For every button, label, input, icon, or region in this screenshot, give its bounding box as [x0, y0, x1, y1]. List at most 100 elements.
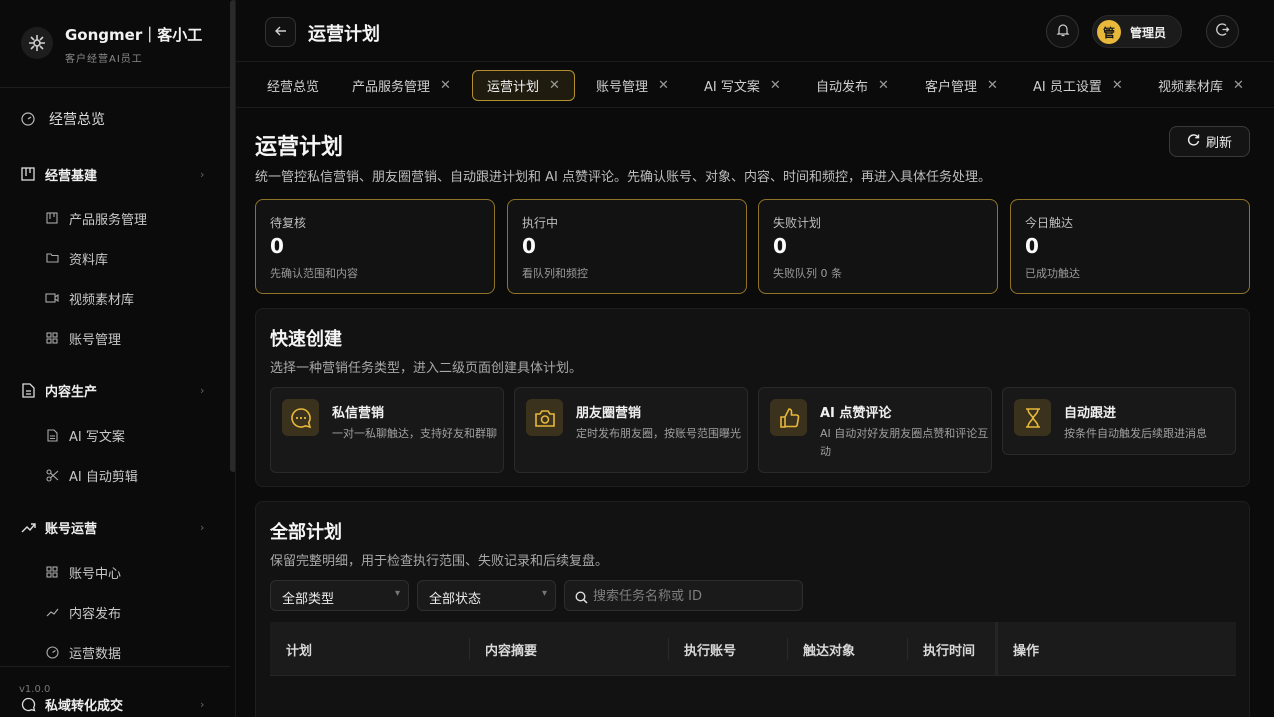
- folder-icon: [44, 250, 60, 266]
- tab-account-management[interactable]: 账号管理 ✕: [582, 70, 683, 101]
- sidebar-item-label: 运营数据: [69, 646, 122, 662]
- sidebar-group-label: 账号运营: [45, 521, 98, 537]
- sidebar-item-ops-data[interactable]: 运营数据: [0, 634, 228, 670]
- document-icon: [20, 382, 36, 398]
- trend-icon: [20, 519, 36, 535]
- close-icon[interactable]: ✕: [549, 78, 560, 93]
- sidebar-item-label: 资料库: [69, 252, 109, 268]
- stat-card-pending-review[interactable]: 待复核 0 先确认范围和内容: [255, 199, 495, 294]
- user-menu[interactable]: 管 管理员: [1092, 15, 1182, 48]
- tab-ai-copywriting[interactable]: AI 写文案 ✕: [690, 70, 795, 101]
- close-icon[interactable]: ✕: [770, 78, 781, 93]
- stat-card-today-reach[interactable]: 今日触达 0 已成功触达: [1010, 199, 1250, 294]
- close-icon[interactable]: ✕: [878, 78, 889, 93]
- back-button[interactable]: [265, 17, 296, 47]
- stat-card-running[interactable]: 执行中 0 看队列和频控: [507, 199, 747, 294]
- close-icon[interactable]: ✕: [987, 78, 998, 93]
- quick-create-auto-follow-up[interactable]: 自动跟进 按条件自动触发后续跟进消息: [1002, 387, 1236, 455]
- trend-icon: [44, 604, 60, 620]
- sidebar-item-ai-editing[interactable]: AI 自动剪辑: [0, 457, 228, 493]
- column-header-time: 执行时间: [923, 644, 976, 659]
- close-icon[interactable]: ✕: [440, 78, 451, 93]
- chat-icon: [20, 696, 36, 712]
- search-input[interactable]: [593, 586, 793, 606]
- card-description: AI 自动对好友朋友圈点赞和评论互动: [820, 427, 989, 458]
- stat-note: 失败队列 0 条: [773, 267, 842, 280]
- column-divider: [787, 638, 788, 660]
- main-content: 运营计划 刷新 统一管控私信营销、朋友圈营销、自动跟进计划和 AI 点赞评论。先…: [236, 109, 1274, 717]
- stat-note: 看队列和频控: [522, 267, 588, 280]
- column-header-actions: 操作: [1013, 644, 1040, 659]
- tab-product-service[interactable]: 产品服务管理 ✕: [338, 70, 465, 101]
- sidebar-item-label: 产品服务管理: [69, 212, 148, 228]
- sidebar-item-product-service[interactable]: 产品服务管理: [0, 200, 228, 236]
- sidebar-item-library[interactable]: 资料库: [0, 240, 228, 276]
- search-icon: [575, 589, 588, 608]
- column-divider: [469, 638, 470, 660]
- card-title: 朋友圈营销: [576, 406, 642, 421]
- chevron-down-icon: ▾: [394, 588, 400, 599]
- sidebar-item-label: AI 自动剪辑: [69, 469, 138, 485]
- top-bar: 运营计划 管 管理员: [236, 0, 1274, 62]
- chevron-right-icon: ›: [200, 520, 205, 534]
- logout-button[interactable]: [1206, 15, 1239, 48]
- user-name: 管理员: [1130, 26, 1167, 40]
- kanban-icon: [20, 166, 36, 182]
- tab-ai-staff-settings[interactable]: AI 员工设置 ✕: [1019, 70, 1137, 101]
- tab-label: 运营计划: [487, 80, 540, 95]
- search-box[interactable]: [564, 580, 803, 611]
- status-filter-select[interactable]: 全部状态 ▾: [417, 580, 556, 611]
- panel-description: 选择一种营销任务类型，进入二级页面创建具体计划。: [270, 361, 583, 376]
- sidebar-group-content[interactable]: 内容生产 ›: [0, 372, 228, 408]
- avatar: 管: [1097, 20, 1121, 44]
- tab-label: AI 员工设置: [1033, 80, 1102, 95]
- sidebar-item-account-management[interactable]: 账号管理: [0, 320, 228, 356]
- sidebar-item-account-center[interactable]: 账号中心: [0, 554, 228, 590]
- close-icon[interactable]: ✕: [1112, 78, 1123, 93]
- close-icon[interactable]: ✕: [1233, 78, 1244, 93]
- tab-label: 客户管理: [925, 80, 978, 95]
- stat-value: 0: [270, 234, 284, 258]
- quick-create-moments[interactable]: 朋友圈营销 定时发布朋友圈，按账号范围曝光: [514, 387, 748, 473]
- scissors-icon: [44, 467, 60, 483]
- close-icon[interactable]: ✕: [658, 78, 669, 93]
- sidebar-group-label: 内容生产: [45, 384, 98, 400]
- refresh-label: 刷新: [1205, 136, 1232, 151]
- sidebar-item-ai-copywriting[interactable]: AI 写文案: [0, 417, 228, 453]
- panel-title: 全部计划: [270, 522, 342, 543]
- refresh-button[interactable]: 刷新: [1169, 126, 1250, 157]
- sidebar-group-account-ops[interactable]: 账号运营 ›: [0, 509, 228, 545]
- tab-video-library[interactable]: 视频素材库 ✕: [1144, 70, 1258, 101]
- stat-label: 执行中: [522, 216, 559, 230]
- tab-customer-management[interactable]: 客户管理 ✕: [911, 70, 1012, 101]
- chevron-right-icon: ›: [200, 697, 205, 711]
- camera-icon: [526, 399, 563, 436]
- sidebar-group-infrastructure[interactable]: 经营基建 ›: [0, 156, 228, 192]
- all-plans-panel: 全部计划 保留完整明细，用于检查执行范围、失败记录和后续复盘。 全部类型 ▾ 全…: [255, 501, 1250, 717]
- sidebar-item-label: 账号中心: [69, 566, 122, 582]
- tab-overview[interactable]: 经营总览: [253, 70, 333, 101]
- app-version: v1.0.0: [19, 684, 51, 695]
- sidebar-item-content-publish[interactable]: 内容发布: [0, 594, 228, 630]
- stat-value: 0: [1025, 234, 1039, 258]
- sidebar-item-video-library[interactable]: 视频素材库: [0, 280, 228, 316]
- chevron-right-icon: ›: [200, 167, 205, 181]
- stat-label: 今日触达: [1025, 216, 1074, 230]
- stat-value: 0: [773, 234, 787, 258]
- brand-subtitle: 客户经营AI员工: [65, 54, 143, 65]
- sidebar-item-label: 账号管理: [69, 332, 122, 348]
- plans-table-header: 计划 内容摘要 执行账号 触达对象 执行时间 操作: [270, 622, 1236, 676]
- quick-create-private-message[interactable]: 私信营销 一对一私聊触达，支持好友和群聊: [270, 387, 504, 473]
- sidebar-item-overview[interactable]: 经营总览: [0, 101, 228, 137]
- tab-auto-publish[interactable]: 自动发布 ✕: [802, 70, 903, 101]
- tab-operation-plan[interactable]: 运营计划 ✕: [472, 70, 575, 101]
- notifications-button[interactable]: [1046, 15, 1079, 48]
- quick-create-ai-like-comment[interactable]: AI 点赞评论 AI 自动对好友朋友圈点赞和评论互动: [758, 387, 992, 473]
- video-icon: [44, 290, 60, 306]
- type-filter-select[interactable]: 全部类型 ▾: [270, 580, 409, 611]
- bell-icon: [1056, 22, 1070, 41]
- header-title: 运营计划: [308, 24, 380, 45]
- card-description: 按条件自动触发后续跟进消息: [1064, 427, 1207, 440]
- stat-card-failed[interactable]: 失败计划 0 失败队列 0 条: [758, 199, 998, 294]
- brand-logo-icon: [21, 27, 53, 59]
